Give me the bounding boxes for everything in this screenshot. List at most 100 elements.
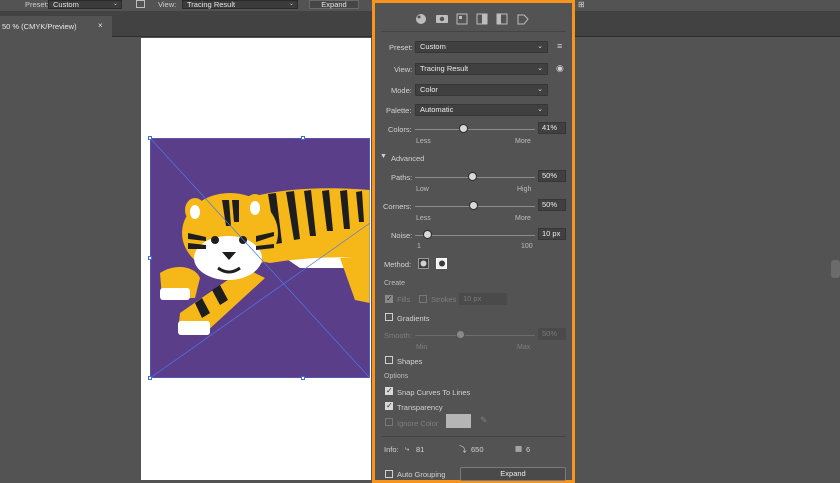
low-fidelity-photo-icon [456,13,468,25]
smooth-slider-track[interactable] [415,335,535,336]
eyedropper-icon[interactable]: ✎ [480,415,488,426]
view-dropdown[interactable]: Tracing Result ⌄ [415,63,548,75]
palette-dropdown[interactable]: Automatic ⌄ [415,104,548,116]
list-icon[interactable]: ≡ [557,41,562,51]
view-value: Tracing Result [420,64,469,73]
view-label: View: [394,65,413,74]
paths-min-label: Low [416,186,429,193]
close-icon[interactable]: × [98,21,103,30]
selection-handle[interactable] [148,376,152,380]
paths-slider-thumb[interactable] [468,172,477,181]
gradients-label: Gradients [397,314,430,323]
create-section-label: Create [384,280,406,287]
mode-dropdown[interactable]: Color ⌄ [415,84,548,96]
overlapping-method-icon[interactable] [436,258,447,269]
ignore-color-checkbox[interactable] [385,418,393,426]
colors-count: 6 [526,445,531,454]
colors-value[interactable]: 41% [538,122,566,134]
caret-down-icon[interactable]: ▼ [380,153,387,160]
anchors-count-icon: ⤵ [459,445,467,454]
grayscale-icon [476,13,488,25]
chevron-down-icon: ⌄ [537,86,543,93]
preset-label: Preset: [25,0,49,9]
chevron-down-icon: ⌄ [112,1,118,7]
gradients-checkbox[interactable] [385,313,393,321]
smooth-label: Smooth: [384,331,412,340]
paths-count: 81 [416,445,425,454]
expand-button-top[interactable]: Expand [309,0,359,9]
chevron-down-icon: ⌄ [537,43,543,50]
anchors-count: 650 [471,445,484,454]
divider [381,31,566,32]
fills-checkbox[interactable] [385,294,393,303]
preset-icons-row [416,13,529,25]
smooth-min-label: Min [416,344,428,351]
options-section-label: Options [384,373,409,380]
auto-grouping-label: Auto Grouping [397,470,446,479]
preset-dropdown[interactable]: Custom ⌄ [48,0,122,9]
noise-slider-track[interactable] [415,235,535,236]
divider [381,436,566,437]
abutting-method-icon[interactable] [418,258,429,269]
method-label: Method: [384,260,412,269]
view-dropdown[interactable]: Tracing Result ⌄ [182,0,298,9]
selection-handle[interactable] [148,256,152,260]
smooth-value[interactable]: 50% [538,328,566,340]
smooth-max-label: Max [517,344,531,351]
image-trace-panel: Preset: Custom ⌄ ≡ View: Tracing Result … [372,0,575,483]
mode-value: Color [420,85,438,94]
paths-max-label: High [517,186,532,193]
preset-value: Custom [53,0,79,9]
colors-slider-track[interactable] [415,129,535,130]
chevron-down-icon: ⌄ [537,65,543,72]
snap-curves-label: Snap Curves To Lines [397,388,471,397]
palette-value: Automatic [420,105,454,114]
traced-tiger-image[interactable] [150,138,370,378]
selection-handle[interactable] [301,376,305,380]
mode-label: Mode: [391,86,412,95]
preset-value: Custom [420,42,446,51]
vertical-scrollbar-thumb[interactable] [831,260,840,278]
chevron-down-icon: ⌄ [537,106,543,113]
preset-menu-icon[interactable] [136,0,145,8]
colors-max-label: More [515,138,531,145]
noise-slider-thumb[interactable] [423,230,432,239]
stroke-width-field[interactable]: 10 px [459,293,507,305]
strokes-label: Strokes [431,295,457,304]
shapes-label: Shapes [397,357,423,366]
info-label: Info: [384,445,399,454]
noise-min-label: 1 [417,243,421,250]
eye-icon[interactable]: ◉ [556,63,564,74]
corners-slider-thumb[interactable] [469,201,478,210]
preset-label: Preset: [389,43,413,52]
preset-dropdown[interactable]: Custom ⌄ [415,41,548,53]
document-tab-title: 50 % (CMYK/Preview) [2,22,77,31]
document-tab[interactable]: 50 % (CMYK/Preview) × [0,16,112,37]
outline-icon [517,14,529,25]
strokes-checkbox[interactable] [419,295,427,303]
colors-count-icon: ▦ [515,444,523,453]
transparency-label: Transparency [397,403,443,412]
colors-slider-thumb[interactable] [459,124,468,133]
expand-button[interactable]: Expand [460,467,566,481]
noise-max-label: 100 [521,243,533,250]
advanced-toggle[interactable]: Advanced [391,154,424,163]
corners-min-label: Less [416,215,431,222]
colors-label: Colors: [388,125,412,134]
ignore-color-swatch[interactable] [446,414,471,428]
smooth-slider-thumb[interactable] [456,330,465,339]
paths-label: Paths: [391,173,413,182]
shapes-checkbox[interactable] [385,356,393,364]
chevron-down-icon: ⌄ [288,1,294,7]
noise-value[interactable]: 10 px [538,228,566,240]
view-label: View: [158,0,177,9]
corners-value[interactable]: 50% [538,199,566,211]
paths-value[interactable]: 50% [538,170,566,182]
align-icon[interactable]: ⊞ [578,0,585,9]
selection-handle[interactable] [148,136,152,140]
auto-grouping-checkbox[interactable] [385,470,393,478]
auto-color-icon [416,14,426,24]
transparency-checkbox[interactable] [385,401,393,410]
selection-handle[interactable] [301,136,305,140]
snap-curves-checkbox[interactable] [385,386,393,395]
